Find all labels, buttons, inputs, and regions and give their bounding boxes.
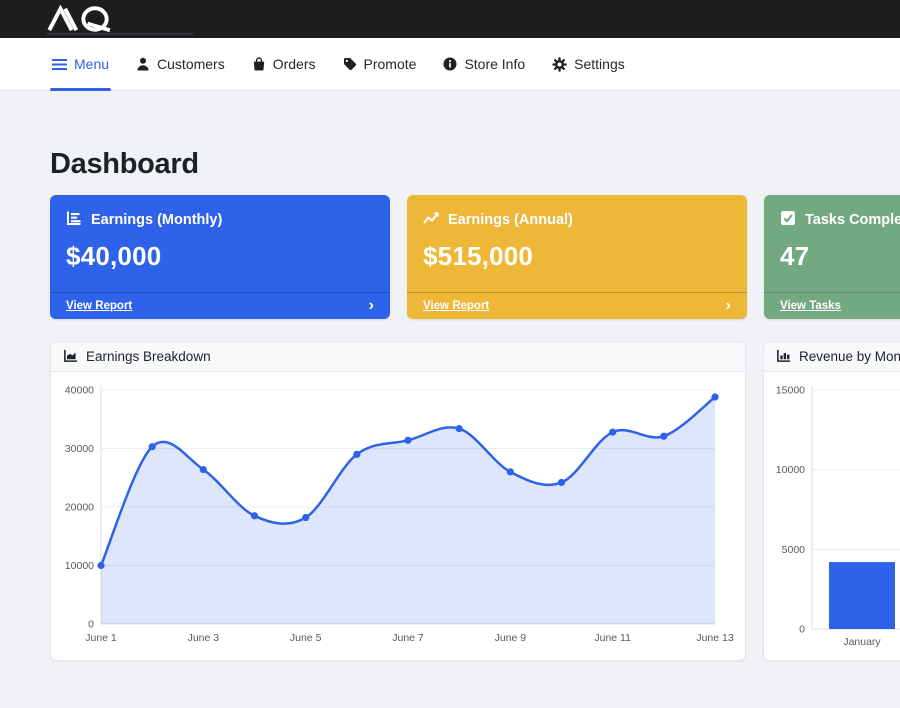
svg-text:0: 0 (799, 624, 805, 636)
nav-item-settings[interactable]: Settings (552, 38, 625, 90)
nav-item-label: Menu (74, 56, 109, 72)
nav-item-customers[interactable]: Customers (136, 38, 225, 90)
info-circle-icon (443, 57, 457, 71)
card-tasks-completed: Tasks Completed 47 View Tasks › (764, 195, 900, 319)
svg-text:January: January (843, 636, 881, 648)
active-tab-underline (50, 88, 111, 91)
nav-item-promote[interactable]: Promote (343, 38, 417, 90)
svg-text:20000: 20000 (65, 502, 94, 514)
nav-item-label: Customers (157, 56, 225, 72)
svg-text:June 3: June 3 (188, 632, 220, 644)
card-earnings-monthly: Earnings (Monthly) $40,000 View Report › (50, 195, 390, 319)
logo-underline (47, 33, 193, 35)
svg-text:June 5: June 5 (290, 632, 322, 644)
svg-text:June 1: June 1 (85, 632, 117, 644)
chevron-right-icon: › (726, 298, 731, 314)
person-icon (136, 57, 150, 71)
svg-text:15000: 15000 (776, 385, 805, 397)
card-value: $515,000 (423, 241, 731, 272)
line-chart-icon (423, 210, 439, 230)
bar-chart-icon (66, 210, 82, 230)
shopping-bag-icon (252, 57, 266, 71)
svg-text:0: 0 (88, 619, 94, 631)
nav-item-label: Orders (273, 56, 316, 72)
card-title: Tasks Completed (805, 212, 900, 228)
nav-item-store-info[interactable]: Store Info (443, 38, 525, 90)
revenue-by-month-bar-chart: 0 5000 10000 15000 January (764, 372, 900, 661)
card-value: 47 (780, 241, 900, 272)
tag-icon (343, 57, 357, 71)
revenue-by-month-card: Revenue by Month 0 5000 10000 15000 January (763, 341, 900, 661)
view-report-button[interactable]: View Report › (407, 292, 747, 319)
view-tasks-button[interactable]: View Tasks › (764, 292, 900, 319)
hamburger-icon (52, 58, 67, 71)
check-square-icon (780, 210, 796, 230)
main-navbar: Menu Customers Orders Promote Store Info… (0, 38, 900, 91)
svg-text:30000: 30000 (65, 443, 94, 455)
topbar (0, 0, 900, 38)
view-report-button[interactable]: View Report › (50, 292, 390, 319)
view-report-link[interactable]: View Report (423, 300, 489, 312)
view-report-link[interactable]: View Report (66, 300, 132, 312)
main-content: Dashboard Earnings (Monthly) $40,000 Vie… (0, 148, 900, 661)
chart-card-header: Revenue by Month (764, 342, 900, 372)
svg-text:June 9: June 9 (495, 632, 527, 644)
view-tasks-link[interactable]: View Tasks (780, 300, 841, 312)
svg-text:10000: 10000 (776, 464, 805, 476)
charts-row: Earnings Breakdown 0 10000 20000 30000 40000… (50, 341, 900, 661)
svg-text:June 11: June 11 (594, 632, 631, 644)
summary-cards-row: Earnings (Monthly) $40,000 View Report ›… (50, 195, 900, 319)
nav-item-orders[interactable]: Orders (252, 38, 316, 90)
svg-text:5000: 5000 (782, 544, 806, 556)
card-title: Earnings (Annual) (448, 212, 573, 228)
chart-title: Earnings Breakdown (86, 349, 211, 364)
chevron-right-icon: › (369, 298, 374, 314)
earnings-breakdown-card: Earnings Breakdown 0 10000 20000 30000 40000… (50, 341, 746, 661)
chart-title: Revenue by Month (799, 349, 900, 364)
gear-icon (552, 57, 567, 72)
card-value: $40,000 (66, 241, 374, 272)
earnings-breakdown-line-chart: 0 10000 20000 30000 40000 June 1 June 3 June 5 J… (51, 372, 745, 661)
brand-logo-icon (40, 5, 122, 33)
svg-text:40000: 40000 (65, 385, 94, 397)
card-earnings-annual: Earnings (Annual) $515,000 View Report › (407, 195, 747, 319)
card-title: Earnings (Monthly) (91, 212, 222, 228)
nav-item-label: Store Info (464, 56, 525, 72)
svg-text:10000: 10000 (65, 560, 94, 572)
nav-item-label: Promote (364, 56, 417, 72)
page-title: Dashboard (50, 148, 900, 181)
svg-text:June 7: June 7 (392, 632, 424, 644)
bar-chart-icon (776, 348, 791, 366)
svg-text:June 13: June 13 (696, 632, 734, 644)
nav-item-label: Settings (574, 56, 625, 72)
area-chart-icon (63, 348, 78, 366)
chart-card-header: Earnings Breakdown (51, 342, 745, 372)
nav-item-menu[interactable]: Menu (52, 38, 109, 90)
